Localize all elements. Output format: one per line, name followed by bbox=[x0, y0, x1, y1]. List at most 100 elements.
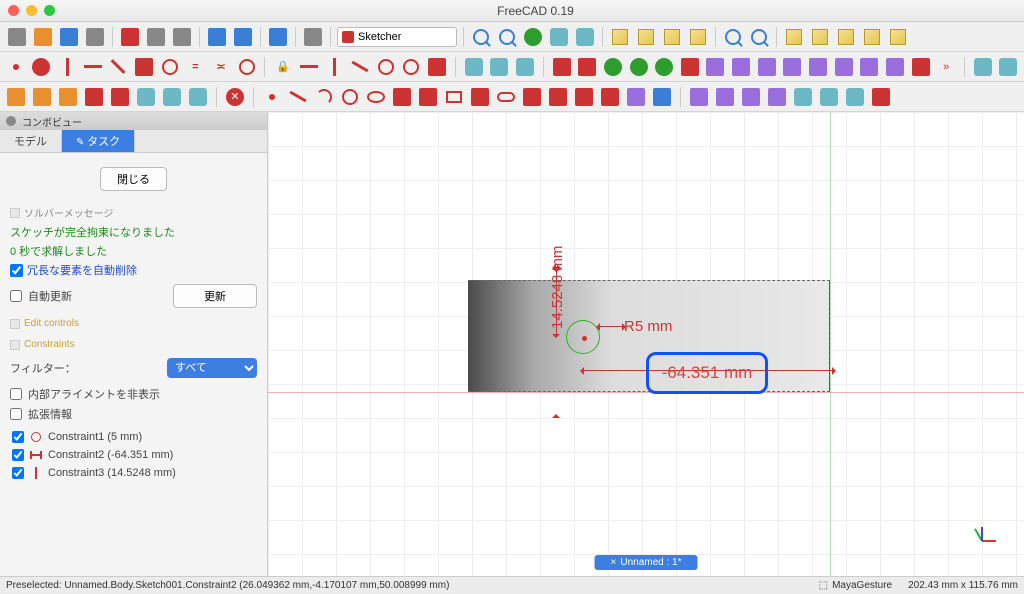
construction-button[interactable] bbox=[652, 87, 672, 107]
select-elements-button[interactable] bbox=[603, 57, 623, 77]
slot-button[interactable] bbox=[496, 87, 516, 107]
bbox-button[interactable] bbox=[548, 26, 570, 48]
iso-view-button[interactable] bbox=[609, 26, 631, 48]
constraint-item[interactable]: Constraint3 (14.5248 mm) bbox=[10, 464, 257, 482]
edit-sketch-button[interactable] bbox=[32, 87, 52, 107]
right-view-button[interactable] bbox=[687, 26, 709, 48]
zoom-in-button[interactable] bbox=[722, 26, 744, 48]
viewport-tab[interactable]: Unnamed : 1* bbox=[595, 555, 698, 570]
view-cube-4[interactable] bbox=[861, 26, 883, 48]
bsp-degree-button[interactable] bbox=[689, 87, 709, 107]
leave-sketch2-button[interactable] bbox=[58, 87, 78, 107]
refresh-button[interactable] bbox=[267, 26, 289, 48]
point-on-button[interactable] bbox=[32, 57, 52, 77]
tab-task[interactable]: タスク bbox=[62, 130, 135, 152]
reorient-button[interactable] bbox=[84, 87, 104, 107]
new-doc-button[interactable] bbox=[6, 26, 28, 48]
view-cube-5[interactable] bbox=[887, 26, 909, 48]
tab-model[interactable]: モデル bbox=[0, 130, 62, 152]
vdist-button[interactable] bbox=[325, 57, 345, 77]
maximize-window-button[interactable] bbox=[44, 5, 55, 16]
cut-button[interactable] bbox=[119, 26, 141, 48]
block-button[interactable] bbox=[237, 57, 257, 77]
select-redundant-button[interactable] bbox=[629, 57, 649, 77]
draw-style-button[interactable] bbox=[522, 26, 544, 48]
length-button[interactable] bbox=[350, 57, 370, 77]
dim-vert-label[interactable]: 14.5248 mm bbox=[549, 246, 566, 329]
bsp-knot-button[interactable] bbox=[767, 87, 787, 107]
zoom-out-button[interactable] bbox=[748, 26, 770, 48]
constraint-item[interactable]: Constraint1 (5 mm) bbox=[10, 428, 257, 446]
new-sketch-button[interactable] bbox=[6, 87, 26, 107]
sketch-point[interactable] bbox=[582, 336, 587, 341]
perpendicular-button[interactable] bbox=[134, 57, 154, 77]
constraint-checkbox[interactable] bbox=[12, 431, 24, 443]
filter-select[interactable]: すべて bbox=[167, 358, 257, 378]
merge-button[interactable] bbox=[162, 87, 182, 107]
bsp-incr-button[interactable] bbox=[793, 87, 813, 107]
cursor-button[interactable] bbox=[302, 26, 324, 48]
viewport-3d[interactable]: R5 mm 14.5248 mm -64.351 mm Unnamed : 1* bbox=[268, 112, 1024, 576]
hdist-button[interactable] bbox=[299, 57, 319, 77]
zoom-sel-button[interactable] bbox=[496, 26, 518, 48]
tangent-button[interactable] bbox=[160, 57, 180, 77]
select-origin-button[interactable] bbox=[706, 57, 726, 77]
constraint-checkbox[interactable] bbox=[12, 449, 24, 461]
external-button[interactable] bbox=[600, 87, 620, 107]
map-sketch-button[interactable] bbox=[110, 87, 130, 107]
view-sketch-button[interactable] bbox=[490, 57, 510, 77]
zoom-fit-button[interactable] bbox=[470, 26, 492, 48]
leave-sketch-button[interactable] bbox=[464, 57, 484, 77]
dim-selected-label[interactable]: -64.351 mm bbox=[646, 352, 768, 394]
fillet-button[interactable] bbox=[522, 87, 542, 107]
rectangle-button[interactable] bbox=[444, 87, 464, 107]
hide-internal-checkbox[interactable] bbox=[10, 388, 22, 400]
extend-button[interactable] bbox=[574, 87, 594, 107]
lock-button[interactable]: 🔒 bbox=[273, 57, 293, 77]
angle-button[interactable] bbox=[427, 57, 447, 77]
bsp-poly-button[interactable] bbox=[715, 87, 735, 107]
radius-button[interactable] bbox=[376, 57, 396, 77]
select-haxis-button[interactable] bbox=[757, 57, 777, 77]
paste-button[interactable] bbox=[171, 26, 193, 48]
select-constraints-button[interactable] bbox=[577, 57, 597, 77]
clone-button[interactable] bbox=[808, 57, 828, 77]
rect-array-button[interactable] bbox=[885, 57, 905, 77]
select-conflicting-button[interactable] bbox=[654, 57, 674, 77]
copy-button[interactable] bbox=[145, 26, 167, 48]
extended-info-checkbox[interactable] bbox=[10, 408, 22, 420]
copy-geom-button[interactable] bbox=[834, 57, 854, 77]
toggle-construction-button[interactable] bbox=[973, 57, 993, 77]
bsp-convert-button[interactable] bbox=[845, 87, 865, 107]
bsp-more-button[interactable] bbox=[871, 87, 891, 107]
show-hide-button[interactable] bbox=[680, 57, 700, 77]
circle-button[interactable] bbox=[340, 87, 360, 107]
view-cube-2[interactable] bbox=[809, 26, 831, 48]
bsp-comb-button[interactable] bbox=[741, 87, 761, 107]
nav-style[interactable]: MayaGesture bbox=[819, 580, 892, 591]
measure-button[interactable] bbox=[574, 26, 596, 48]
symmetry-button[interactable] bbox=[783, 57, 803, 77]
dim-radius-label[interactable]: R5 mm bbox=[624, 318, 672, 335]
view-section-button[interactable] bbox=[515, 57, 535, 77]
print-button[interactable] bbox=[84, 26, 106, 48]
ellipse-button[interactable] bbox=[366, 87, 386, 107]
stop-op-button[interactable]: ✕ bbox=[225, 87, 245, 107]
undo-button[interactable] bbox=[206, 26, 228, 48]
arc-button[interactable] bbox=[314, 87, 334, 107]
bsp-decr-button[interactable] bbox=[819, 87, 839, 107]
line-button[interactable] bbox=[288, 87, 308, 107]
top-view-button[interactable] bbox=[661, 26, 683, 48]
constraint-checkbox[interactable] bbox=[12, 467, 24, 479]
horizontal-button[interactable] bbox=[83, 57, 103, 77]
delete-constraints-button[interactable] bbox=[911, 57, 931, 77]
bspline-button[interactable] bbox=[392, 87, 412, 107]
select-vaxis-button[interactable] bbox=[731, 57, 751, 77]
polygon-button[interactable] bbox=[470, 87, 490, 107]
validate-button[interactable] bbox=[136, 87, 156, 107]
update-button[interactable]: 更新 bbox=[173, 284, 257, 308]
virtual-space-button[interactable] bbox=[552, 57, 572, 77]
auto-update-checkbox[interactable] bbox=[10, 290, 22, 302]
trim-button[interactable] bbox=[548, 87, 568, 107]
auto-remove-checkbox[interactable] bbox=[10, 264, 23, 277]
